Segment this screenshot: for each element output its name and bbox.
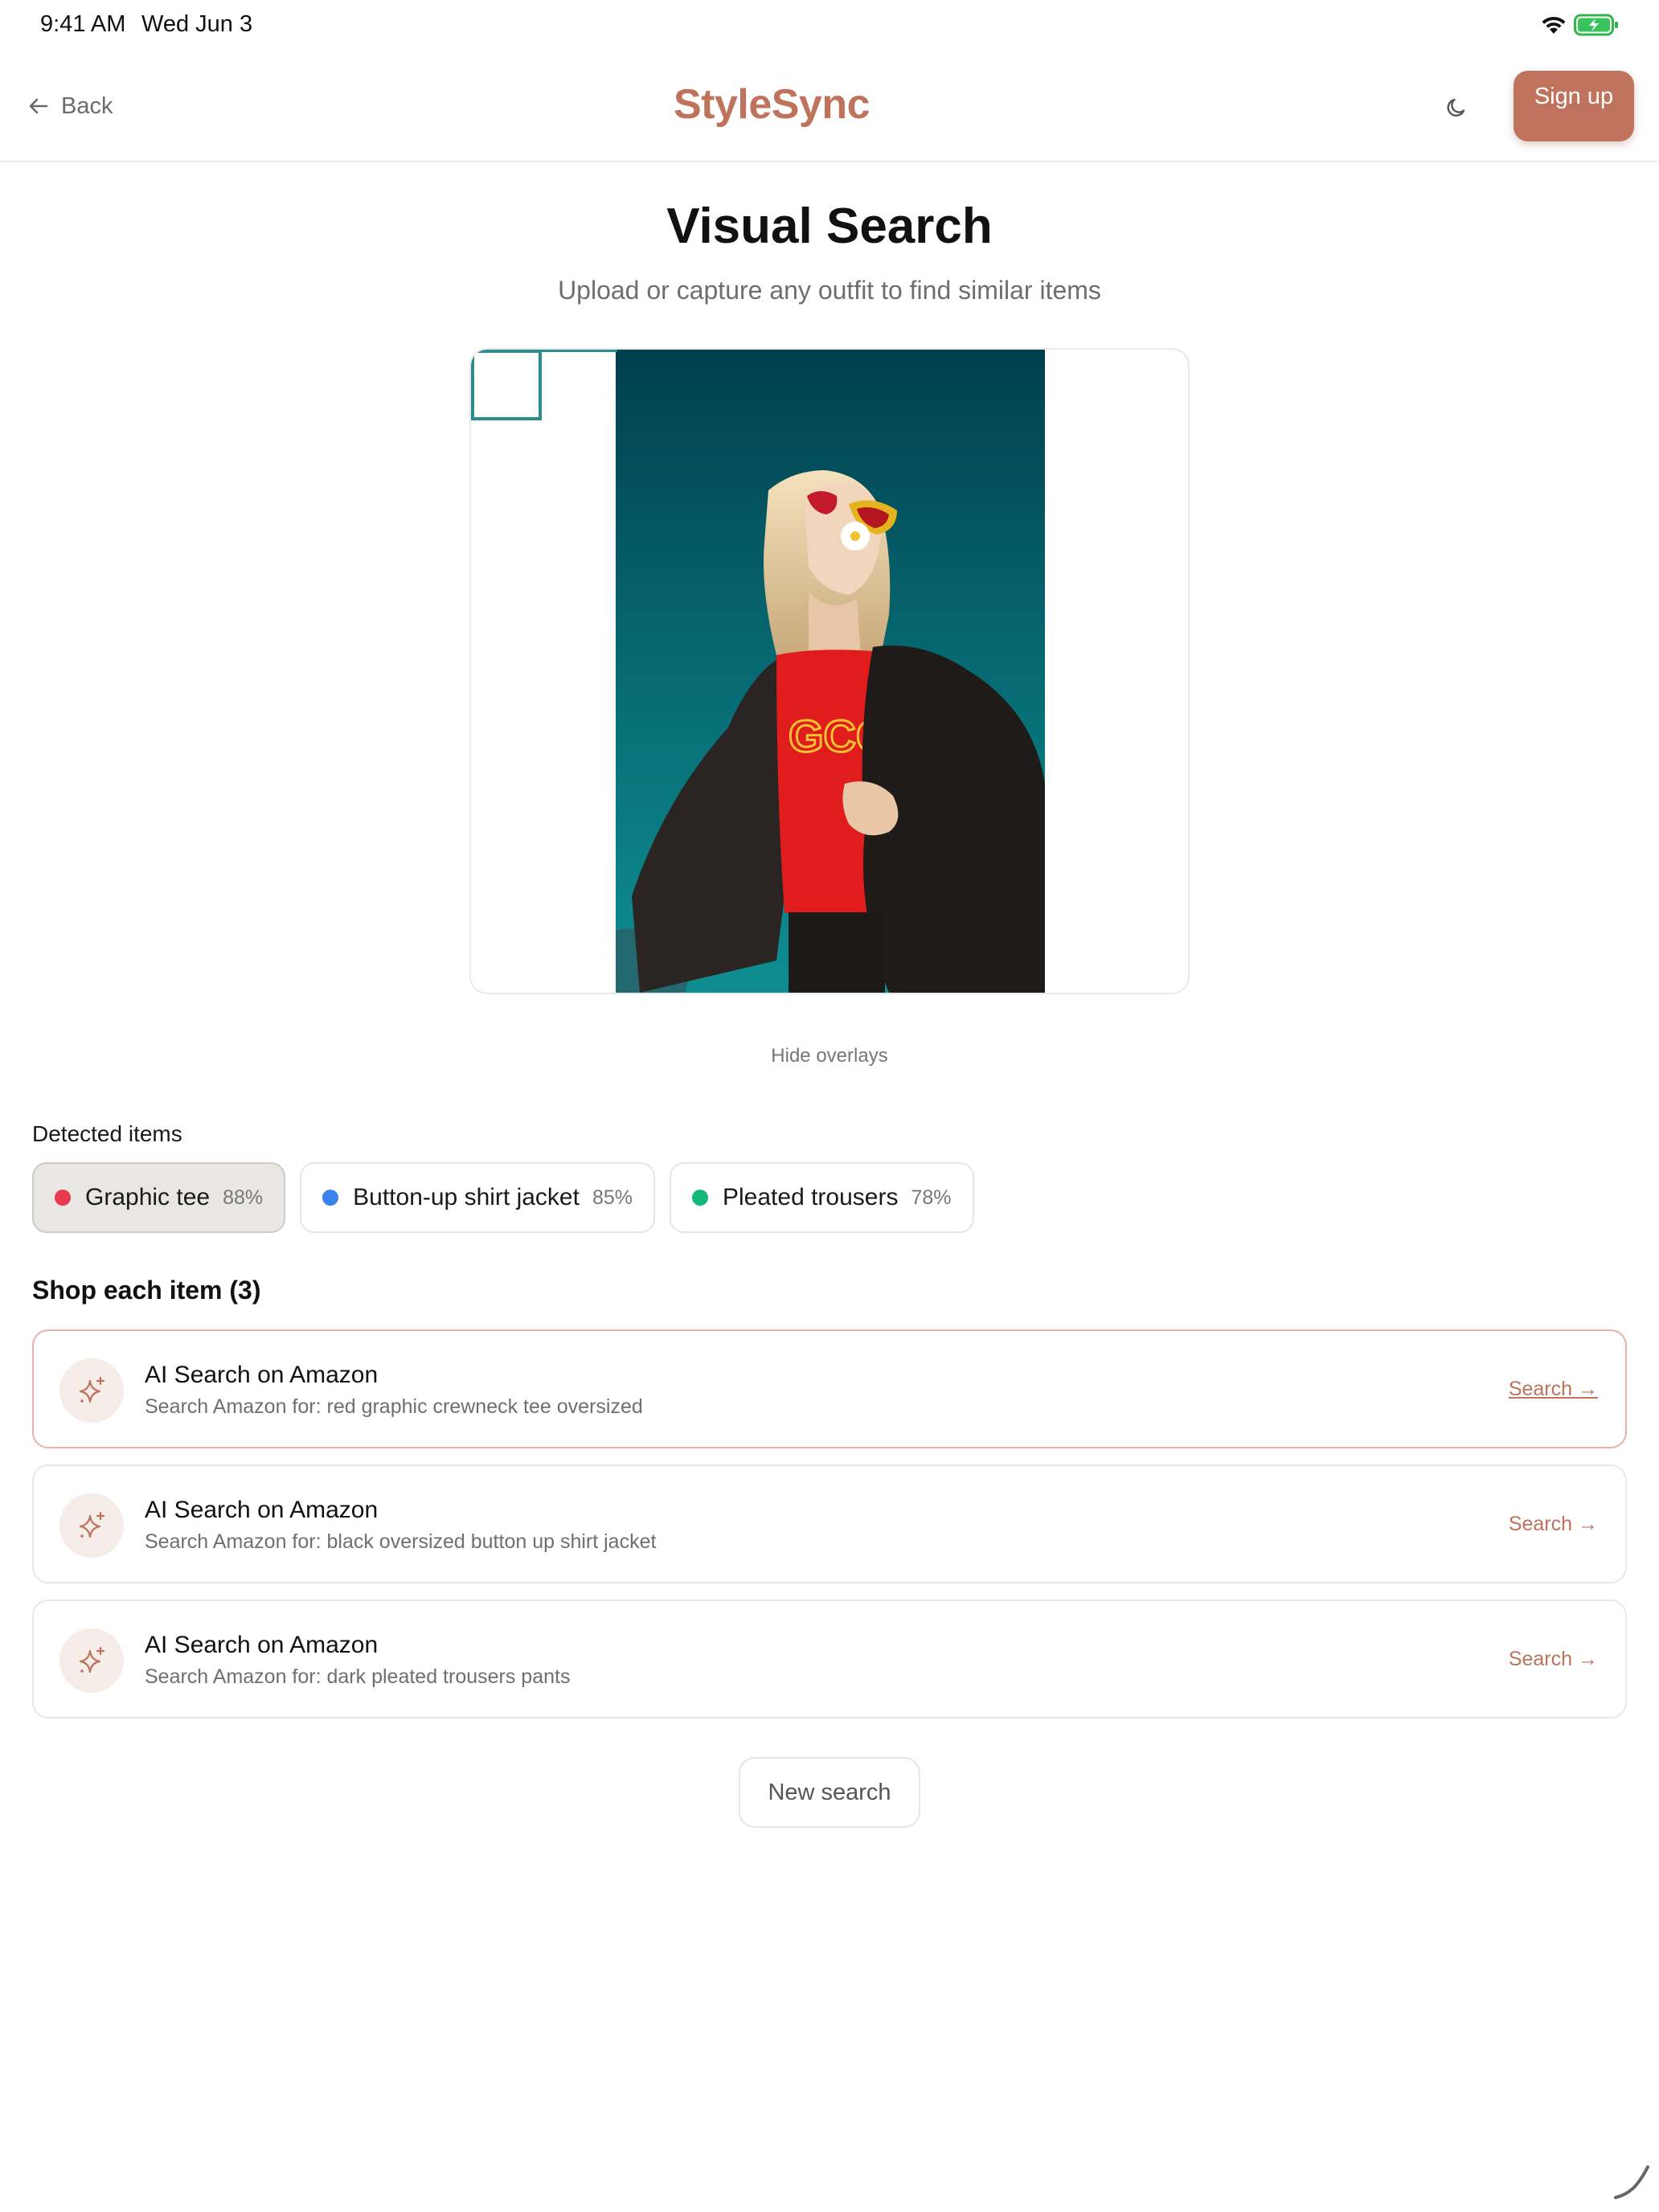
app-title: StyleSync	[673, 81, 870, 128]
shop-result-card[interactable]: AI Search on Amazon Search Amazon for: d…	[32, 1600, 1627, 1718]
uploaded-image-panel[interactable]: GCG	[469, 348, 1190, 994]
status-date: Wed Jun 3	[141, 11, 253, 37]
detected-item-chip[interactable]: Button-up shirt jacket 85%	[300, 1162, 655, 1233]
detected-items-chips: Graphic tee 88% Button-up shirt jacket 8…	[32, 1162, 974, 1233]
chip-label: Pleated trousers	[723, 1184, 899, 1210]
search-link[interactable]: Search →	[1509, 1378, 1598, 1401]
search-link[interactable]: Search →	[1509, 1513, 1598, 1536]
sparkle-icon	[79, 1376, 105, 1403]
card-query: Search Amazon for: dark pleated trousers…	[145, 1665, 571, 1688]
page-subtitle: Upload or capture any outfit to find sim…	[558, 276, 1101, 305]
sparkle-icon	[79, 1646, 105, 1673]
status-time: 9:41 AM	[40, 11, 126, 37]
chip-label: Graphic tee	[85, 1184, 211, 1210]
new-search-button[interactable]: New search	[739, 1757, 920, 1828]
color-dot	[55, 1190, 71, 1206]
status-bar: 9:41 AM Wed Jun 3	[0, 0, 1659, 51]
theme-toggle-button[interactable]	[1439, 90, 1474, 125]
shop-result-card[interactable]: AI Search on Amazon Search Amazon for: b…	[32, 1464, 1627, 1583]
sparkle-icon	[79, 1511, 105, 1538]
shop-heading: Shop each item (3)	[32, 1276, 261, 1305]
sparkle-icon-badge	[59, 1628, 124, 1693]
chip-confidence: 88%	[223, 1186, 264, 1209]
battery-icon	[1574, 14, 1618, 36]
card-query: Search Amazon for: black oversized butto…	[145, 1530, 657, 1553]
card-title: AI Search on Amazon	[145, 1362, 379, 1388]
card-query: Search Amazon for: red graphic crewneck …	[145, 1395, 643, 1418]
search-link[interactable]: Search →	[1509, 1648, 1598, 1671]
moon-icon	[1447, 98, 1465, 117]
chip-confidence: 85%	[592, 1186, 633, 1209]
detection-overlay-box[interactable]	[471, 350, 542, 420]
app-header: Back StyleSync Sign up	[0, 51, 1659, 162]
sparkle-icon-badge	[59, 1358, 124, 1423]
detection-overlay-edge	[542, 350, 617, 352]
page-title: Visual Search	[666, 199, 993, 254]
color-dot	[322, 1190, 339, 1206]
detected-item-chip[interactable]: Graphic tee 88%	[32, 1162, 286, 1233]
chip-label: Button-up shirt jacket	[353, 1184, 580, 1210]
shop-result-card[interactable]: AI Search on Amazon Search Amazon for: r…	[32, 1329, 1627, 1448]
color-dot	[692, 1190, 708, 1206]
signup-button[interactable]: Sign up	[1514, 71, 1634, 141]
detected-item-chip[interactable]: Pleated trousers 78%	[670, 1162, 974, 1233]
sparkle-icon-badge	[59, 1493, 124, 1558]
shop-results-list: AI Search on Amazon Search Amazon for: r…	[32, 1329, 1627, 1735]
scribble-indicator-icon	[1614, 2165, 1649, 2199]
hide-overlays-toggle[interactable]: Hide overlays	[0, 1045, 1659, 1067]
chip-confidence: 78%	[911, 1186, 952, 1209]
wifi-icon	[1542, 16, 1566, 34]
outfit-photo: GCG	[616, 350, 1045, 993]
card-title: AI Search on Amazon	[145, 1632, 379, 1658]
detected-items-label: Detected items	[32, 1121, 182, 1146]
card-title: AI Search on Amazon	[145, 1497, 379, 1523]
